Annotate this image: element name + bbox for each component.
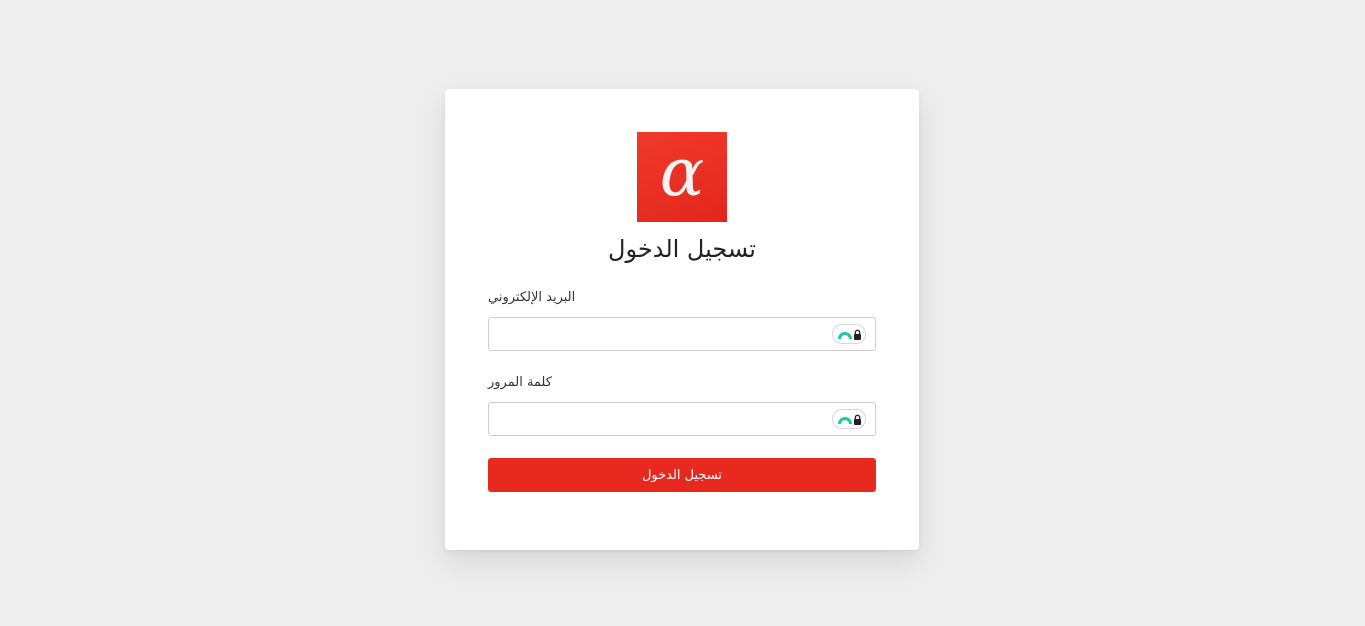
password-label: كلمة المرور — [488, 375, 552, 390]
login-button[interactable]: تسجيل الدخول — [488, 458, 876, 492]
email-field-wrapper — [488, 317, 876, 351]
login-card: α تسجيل الدخول البريد الإلكتروني كلمة ال… — [445, 89, 919, 550]
password-manager-icon[interactable] — [832, 409, 866, 429]
email-label: البريد الإلكتروني — [488, 290, 576, 305]
email-field[interactable] — [489, 318, 875, 350]
password-field[interactable] — [489, 403, 875, 435]
password-manager-icon[interactable] — [832, 324, 866, 344]
logo-glyph: α — [659, 134, 705, 211]
password-field-wrapper — [488, 402, 876, 436]
page-title: تسجيل الدخول — [608, 235, 756, 263]
alpha-logo-icon: α — [637, 132, 727, 222]
